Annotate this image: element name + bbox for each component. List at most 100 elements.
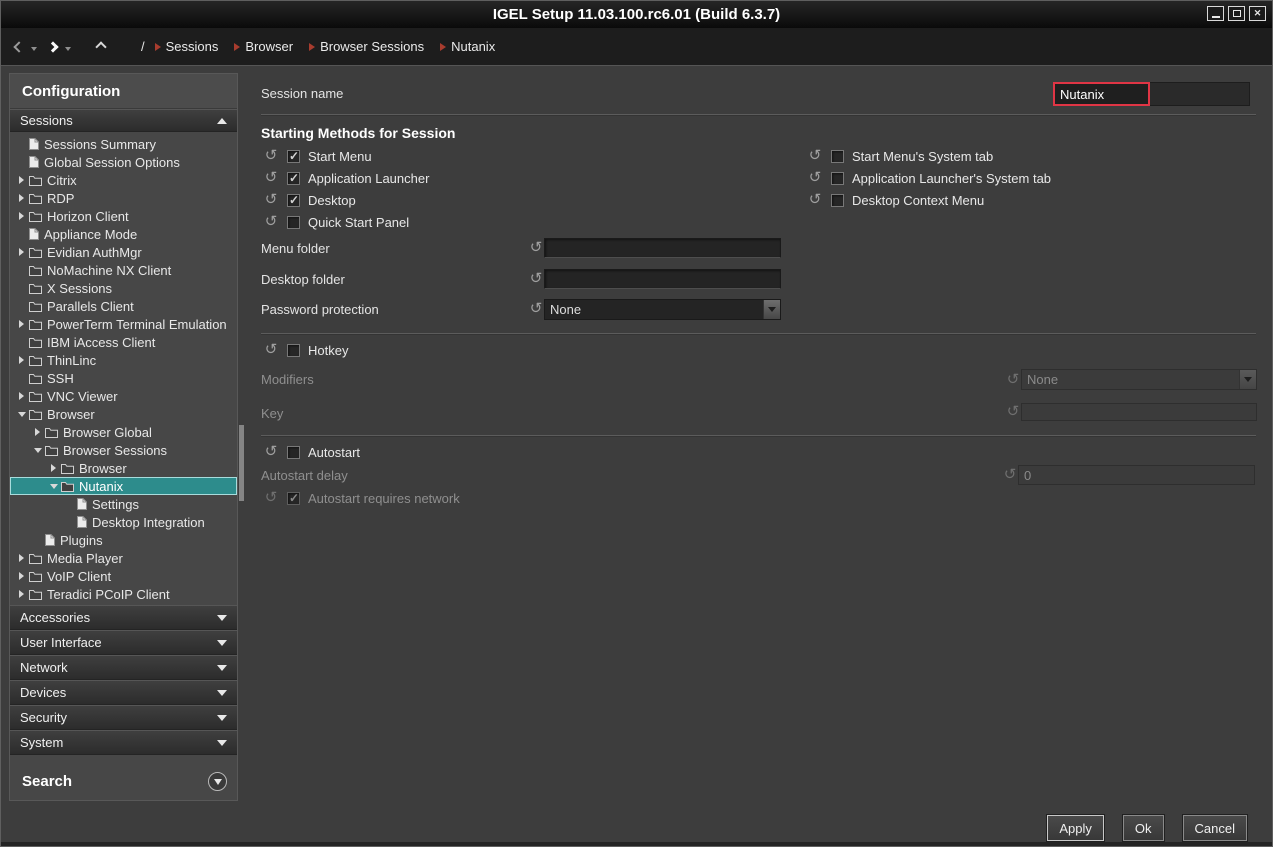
password-protection-dropdown[interactable]: None (544, 299, 781, 320)
tree-item-horizon-client[interactable]: Horizon Client (10, 207, 237, 225)
desktop-checkbox[interactable] (287, 194, 300, 207)
expand-arrow-icon[interactable] (16, 590, 27, 598)
tree-item-powerterm-terminal-emulation[interactable]: PowerTerm Terminal Emulation (10, 315, 237, 333)
back-button[interactable] (9, 35, 29, 59)
tree-item-nutanix[interactable]: Nutanix (10, 477, 237, 495)
menu-folder-label: Menu folder (261, 241, 330, 256)
forward-history-caret-icon[interactable] (65, 47, 71, 51)
application-launcher-s-system-tab-checkbox[interactable] (831, 172, 844, 185)
checkbox-label: Application Launcher (308, 171, 429, 186)
ok-button[interactable]: Ok (1123, 815, 1164, 841)
tree-item-media-player[interactable]: Media Player (10, 549, 237, 567)
close-button[interactable]: ✕ (1249, 6, 1266, 21)
expand-arrow-icon[interactable] (16, 320, 27, 328)
reset-icon[interactable]: ↺ (263, 445, 279, 459)
tree-item-browser-sessions[interactable]: Browser Sessions (10, 441, 237, 459)
tree-item-teradici-pcoip-client[interactable]: Teradici PCoIP Client (10, 585, 237, 603)
reset-icon[interactable]: ↺ (528, 272, 544, 286)
sidebar-section-sessions[interactable]: Sessions (10, 109, 237, 132)
expand-arrow-icon[interactable] (48, 464, 59, 472)
expand-arrow-icon[interactable] (16, 554, 27, 562)
breadcrumb-item-sessions[interactable]: Sessions (155, 39, 219, 54)
tree-item-thinlinc[interactable]: ThinLinc (10, 351, 237, 369)
sidebar-section-user-interface[interactable]: User Interface (10, 630, 237, 655)
collapse-arrow-icon[interactable] (48, 484, 59, 489)
tree-item-vnc-viewer[interactable]: VNC Viewer (10, 387, 237, 405)
expand-arrow-icon[interactable] (16, 248, 27, 256)
tree-item-browser[interactable]: Browser (10, 459, 237, 477)
autostart-checkbox[interactable] (287, 446, 300, 459)
breadcrumb-item-nutanix[interactable]: Nutanix (440, 39, 495, 54)
tree-item-evidian-authmgr[interactable]: Evidian AuthMgr (10, 243, 237, 261)
search-expand-button[interactable] (208, 772, 227, 791)
tree-item-global-session-options[interactable]: Global Session Options (10, 153, 237, 171)
autostart-delay-label: Autostart delay (261, 468, 348, 483)
up-button[interactable] (91, 35, 111, 59)
session-name-input[interactable]: Nutanix (1053, 82, 1150, 106)
tree-item-settings[interactable]: Settings (10, 495, 237, 513)
tree-item-nomachine-nx-client[interactable]: NoMachine NX Client (10, 261, 237, 279)
tree-item-x-sessions[interactable]: X Sessions (10, 279, 237, 297)
tree-item-appliance-mode[interactable]: Appliance Mode (10, 225, 237, 243)
tree-item-label: X Sessions (47, 281, 112, 296)
desktop-folder-input[interactable] (544, 269, 781, 289)
tree-item-sessions-summary[interactable]: Sessions Summary (10, 135, 237, 153)
tree-item-browser[interactable]: Browser (10, 405, 237, 423)
reset-icon: ↺ (263, 491, 279, 505)
expand-arrow-icon[interactable] (16, 392, 27, 400)
sidebar-section-system[interactable]: System (10, 730, 237, 755)
reset-icon[interactable]: ↺ (528, 241, 544, 255)
expand-arrow-icon[interactable] (16, 572, 27, 580)
session-name-input-extension[interactable] (1150, 82, 1250, 106)
tree-item-label: Teradici PCoIP Client (47, 587, 170, 602)
start-menu-s-system-tab-checkbox[interactable] (831, 150, 844, 163)
reset-icon[interactable]: ↺ (528, 302, 544, 316)
folder-icon (29, 553, 42, 564)
reset-icon[interactable]: ↺ (263, 193, 279, 207)
maximize-button[interactable] (1228, 6, 1245, 21)
expand-arrow-icon[interactable] (16, 212, 27, 220)
sidebar-section-network[interactable]: Network (10, 655, 237, 680)
reset-icon[interactable]: ↺ (263, 215, 279, 229)
reset-icon[interactable]: ↺ (263, 171, 279, 185)
tree-item-browser-global[interactable]: Browser Global (10, 423, 237, 441)
minimize-button[interactable] (1207, 6, 1224, 21)
tree-item-plugins[interactable]: Plugins (10, 531, 237, 549)
sidebar-section-devices[interactable]: Devices (10, 680, 237, 705)
sidebar-scrollbar[interactable] (239, 425, 244, 501)
application-launcher-checkbox[interactable] (287, 172, 300, 185)
reset-icon[interactable]: ↺ (807, 149, 823, 163)
cancel-button[interactable]: Cancel (1183, 815, 1247, 841)
reset-icon[interactable]: ↺ (807, 171, 823, 185)
tree-item-desktop-integration[interactable]: Desktop Integration (10, 513, 237, 531)
reset-icon[interactable]: ↺ (263, 343, 279, 357)
tree-item-label: Parallels Client (47, 299, 134, 314)
quick-start-panel-checkbox[interactable] (287, 216, 300, 229)
collapse-arrow-icon[interactable] (32, 448, 43, 453)
tree-item-rdp[interactable]: RDP (10, 189, 237, 207)
start-menu-checkbox[interactable] (287, 150, 300, 163)
dropdown-arrow-button[interactable] (763, 300, 780, 319)
tree-item-citrix[interactable]: Citrix (10, 171, 237, 189)
tree-item-voip-client[interactable]: VoIP Client (10, 567, 237, 585)
expand-arrow-icon[interactable] (16, 194, 27, 202)
expand-arrow-icon[interactable] (16, 176, 27, 184)
tree-item-ibm-iaccess-client[interactable]: IBM iAccess Client (10, 333, 237, 351)
reset-icon[interactable]: ↺ (263, 149, 279, 163)
back-history-caret-icon[interactable] (31, 47, 37, 51)
expand-arrow-icon[interactable] (16, 356, 27, 364)
tree-item-ssh[interactable]: SSH (10, 369, 237, 387)
sidebar-section-accessories[interactable]: Accessories (10, 605, 237, 630)
menu-folder-input[interactable] (544, 238, 781, 258)
breadcrumb-item-browser-sessions[interactable]: Browser Sessions (309, 39, 424, 54)
desktop-context-menu-checkbox[interactable] (831, 194, 844, 207)
tree-item-parallels-client[interactable]: Parallels Client (10, 297, 237, 315)
sidebar-section-security[interactable]: Security (10, 705, 237, 730)
forward-button[interactable] (43, 35, 63, 59)
hotkey-checkbox[interactable] (287, 344, 300, 357)
reset-icon[interactable]: ↺ (807, 193, 823, 207)
collapse-arrow-icon[interactable] (16, 412, 27, 417)
breadcrumb-item-browser[interactable]: Browser (234, 39, 293, 54)
apply-button[interactable]: Apply (1047, 815, 1104, 841)
expand-arrow-icon[interactable] (32, 428, 43, 436)
